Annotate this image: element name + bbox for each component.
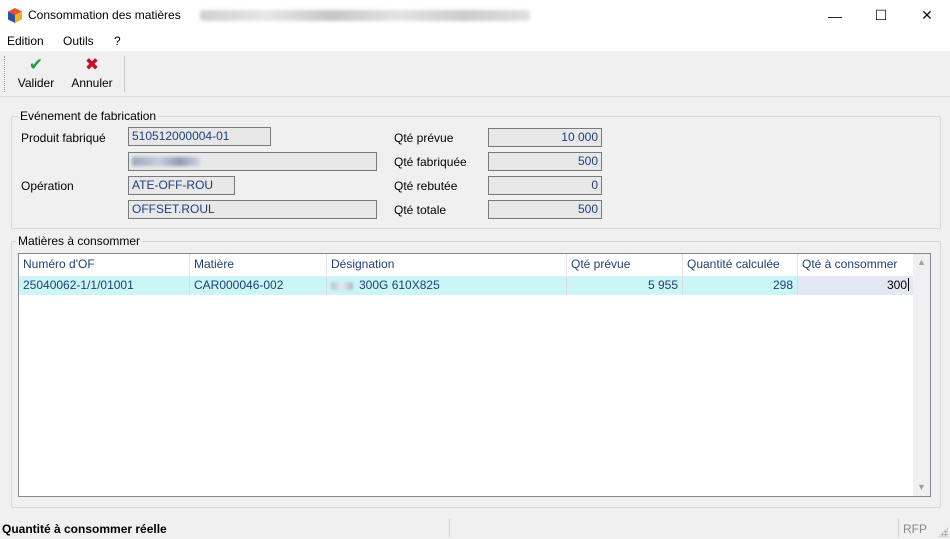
validate-button[interactable]: ✔ Valider (14, 55, 58, 93)
text-caret (908, 278, 909, 291)
col-header-qty-to-consume[interactable]: Qté à consommer (798, 254, 914, 275)
menu-bar: Edition Outils ? (0, 31, 950, 51)
cross-icon: ✖ (84, 55, 100, 74)
vertical-scrollbar[interactable]: ▲ ▼ (913, 254, 930, 496)
designation-text: 300G 610X825 (359, 278, 440, 292)
close-button[interactable]: ✕ (904, 0, 950, 31)
qty-produced-label: Qté fabriquée (394, 155, 467, 169)
window-title: Consommation des matières (28, 8, 181, 22)
operation-name-field[interactable]: OFFSET.ROUL (128, 200, 377, 219)
qty-scrapped-field[interactable]: 0 (488, 176, 602, 195)
title-bar: Consommation des matières — ☐ ✕ (0, 0, 950, 31)
redacted-title-detail (200, 10, 530, 21)
resize-grip-icon[interactable] (938, 527, 948, 537)
minimize-button[interactable]: — (812, 0, 858, 31)
product-name-field[interactable] (128, 152, 377, 171)
toolbar-grip[interactable] (4, 56, 7, 92)
col-header-qty-planned[interactable]: Qté prévue (567, 254, 683, 275)
cell-designation[interactable]: 300G 610X825 (327, 276, 567, 295)
qty-planned-field[interactable]: 10 000 (488, 128, 602, 147)
menu-outils[interactable]: Outils (63, 34, 94, 48)
operation-code-field[interactable]: ATE-OFF-ROU (128, 176, 235, 195)
app-icon (8, 8, 22, 23)
qty-total-label: Qté totale (394, 203, 447, 217)
col-header-designation[interactable]: Désignation (327, 254, 567, 275)
cell-qty-planned[interactable]: 5 955 (567, 276, 683, 295)
qty-to-consume-value: 300 (886, 278, 907, 292)
cell-of-number[interactable]: 25040062-1/1/01001 (19, 276, 190, 295)
redacted-designation-prefix (331, 282, 353, 290)
scroll-down-icon[interactable]: ▼ (913, 479, 930, 496)
status-separator (449, 519, 450, 537)
cell-qty-calculated[interactable]: 298 (683, 276, 798, 295)
col-header-of-number[interactable]: Numéro d'OF (19, 254, 190, 275)
qty-total-field[interactable]: 500 (488, 200, 602, 219)
scroll-up-icon[interactable]: ▲ (913, 254, 930, 271)
status-separator (898, 519, 899, 537)
check-icon: ✔ (28, 55, 44, 74)
toolbar-separator (124, 56, 125, 92)
operation-label: Opération (21, 179, 74, 193)
status-indicator: RFP (903, 522, 927, 536)
cell-material[interactable]: CAR000046-002 (190, 276, 327, 295)
qty-produced-field[interactable]: 500 (488, 152, 602, 171)
event-group-title: Evénement de fabrication (18, 109, 159, 123)
maximize-button[interactable]: ☐ (858, 0, 904, 31)
materials-group-title: Matières à consommer (16, 234, 143, 248)
status-bar: Quantité à consommer réelle RFP (0, 516, 950, 539)
materials-grid[interactable]: Numéro d'OF Matière Désignation Qté prév… (18, 253, 931, 497)
table-row[interactable]: 25040062-1/1/01001 CAR000046-002 300G 61… (19, 276, 914, 295)
menu-help[interactable]: ? (114, 34, 121, 48)
qty-scrapped-label: Qté rebutée (394, 179, 458, 193)
cancel-button[interactable]: ✖ Annuler (68, 55, 116, 93)
col-header-qty-calculated[interactable]: Quantité calculée (683, 254, 798, 275)
grid-header: Numéro d'OF Matière Désignation Qté prév… (19, 254, 914, 275)
product-label: Produit fabriqué (21, 131, 106, 145)
qty-planned-label: Qté prévue (394, 131, 454, 145)
validate-label: Valider (17, 76, 55, 90)
menu-edition[interactable]: Edition (7, 34, 44, 48)
cell-qty-to-consume-input[interactable]: 300 (798, 276, 914, 295)
redacted-product-name (132, 157, 200, 166)
col-header-material[interactable]: Matière (190, 254, 327, 275)
status-message: Quantité à consommer réelle (2, 522, 167, 536)
toolbar: ✔ Valider ✖ Annuler (0, 52, 950, 97)
product-code-field[interactable]: 510512000004-01 (128, 127, 271, 146)
cancel-label: Annuler (71, 76, 113, 90)
